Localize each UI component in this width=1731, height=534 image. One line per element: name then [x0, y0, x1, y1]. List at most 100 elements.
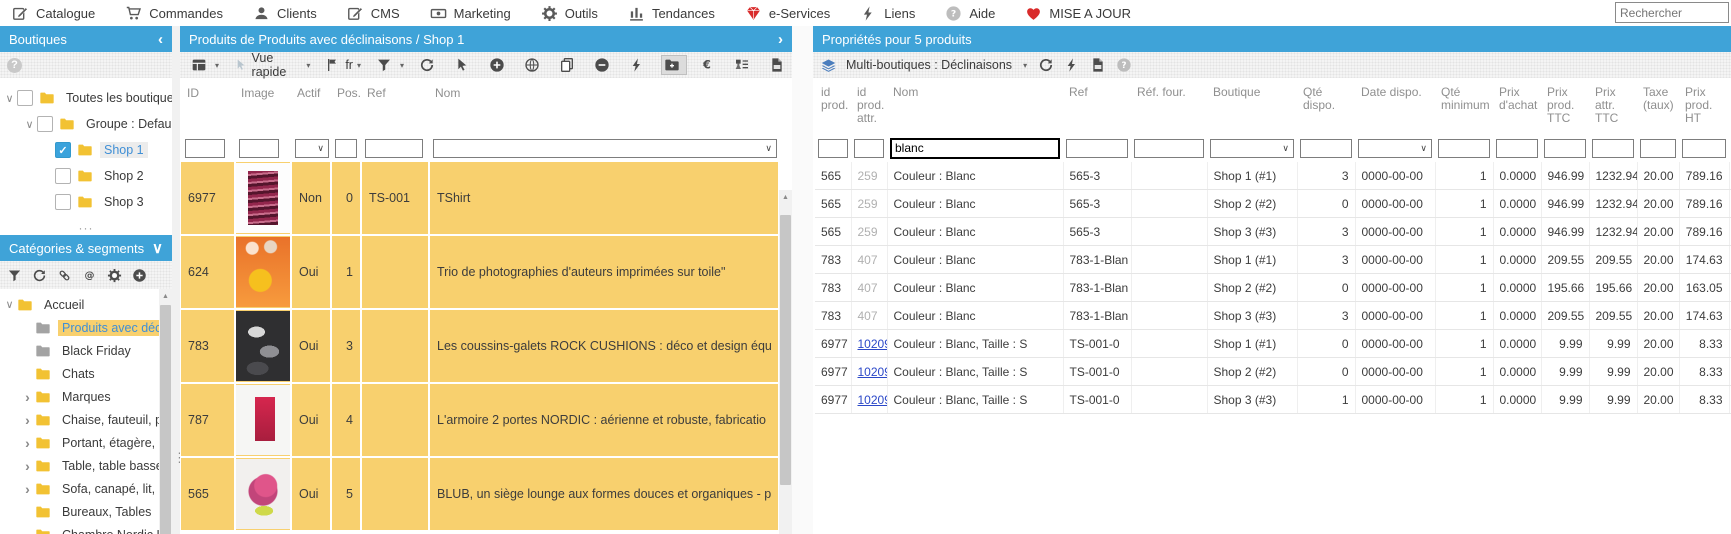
shop-tree-item[interactable]: Toutes les boutiques [0, 85, 172, 111]
prix-ttc-filter-input[interactable] [1544, 139, 1586, 158]
at-icon[interactable] [82, 268, 97, 283]
id-prod-cell[interactable]: 783 [815, 274, 851, 302]
product-image-cell[interactable] [235, 162, 291, 235]
prix-ht-cell[interactable]: 8.33 [1679, 386, 1729, 414]
product-pos-cell[interactable]: 5 [331, 457, 361, 531]
multishop-mode-label[interactable]: Multi-boutiques : Déclinaisons [846, 58, 1012, 72]
language-selector[interactable]: fr ▾ [322, 55, 364, 75]
attr-ttc-cell[interactable]: 209.55 [1589, 302, 1637, 330]
product-actif-cell[interactable]: Oui [291, 309, 331, 383]
column-header[interactable]: Réf. four. [1131, 78, 1207, 134]
date-cell[interactable]: 0000-00-00 [1355, 218, 1435, 246]
qty-cell[interactable]: 3 [1297, 302, 1355, 330]
prix-ttc-cell[interactable]: 209.55 [1541, 246, 1589, 274]
qmin-cell[interactable]: 1 [1435, 162, 1493, 190]
product-name-cell[interactable]: BLUB, un siège lounge aux formes douces … [429, 457, 779, 531]
date-cell[interactable]: 0000-00-00 [1355, 302, 1435, 330]
attr-ttc-cell[interactable]: 9.99 [1589, 330, 1637, 358]
taxe-cell[interactable]: 20.00 [1637, 218, 1679, 246]
product-pos-cell[interactable]: 4 [331, 383, 361, 457]
qmin-cell[interactable]: 1 [1435, 302, 1493, 330]
bulk-update-icon[interactable]: ▾ [626, 55, 652, 75]
ref-cell[interactable]: TS-001-0 [1063, 358, 1131, 386]
menu-outils[interactable]: Outils [541, 5, 598, 22]
menu-commandes[interactable]: Commandes [125, 5, 223, 22]
column-header[interactable]: Ref [361, 78, 429, 134]
category-tree-item[interactable]: Chats [0, 362, 159, 385]
product-name-cell[interactable]: L'armoire 2 portes NORDIC : aérienne et … [429, 383, 779, 457]
prix-achat-cell[interactable]: 0.0000 [1493, 330, 1541, 358]
id-attr-cell[interactable]: 407 [851, 246, 887, 274]
prix-ttc-cell[interactable]: 9.99 [1541, 386, 1589, 414]
attr-ttc-cell[interactable]: 1232.94 [1589, 162, 1637, 190]
category-tree-item[interactable]: Black Friday [0, 339, 159, 362]
id-attr-filter-input[interactable] [854, 139, 884, 158]
categories-scrollbar[interactable]: ▲ [159, 289, 172, 534]
attr-name-cell[interactable]: Couleur : Blanc [887, 190, 1063, 218]
qmin-cell[interactable]: 1 [1435, 274, 1493, 302]
boutique-cell[interactable]: Shop 3 (#3) [1207, 218, 1297, 246]
prix-ht-cell[interactable]: 8.33 [1679, 330, 1729, 358]
id-attr-cell[interactable]: 259 [851, 218, 887, 246]
prix-ttc-cell[interactable]: 195.66 [1541, 274, 1589, 302]
menu-cms[interactable]: CMS [347, 5, 400, 22]
ref-cell[interactable]: TS-001-0 [1063, 330, 1131, 358]
ref-four-cell[interactable] [1131, 274, 1207, 302]
scroll-thumb[interactable] [160, 305, 171, 534]
category-tree-item[interactable]: Table, table basse, a [0, 454, 159, 477]
column-header[interactable]: Prix attr. TTC [1589, 78, 1637, 134]
product-ref-cell[interactable]: TS-001 [361, 162, 429, 235]
category-tree-item[interactable]: Marques [0, 385, 159, 408]
product-name-cell[interactable]: Les coussins-galets ROCK CUSHIONS : déco… [429, 309, 779, 383]
product-pos-cell[interactable]: 1 [331, 235, 361, 309]
id-prod-filter-input[interactable] [818, 139, 848, 158]
boutique-cell[interactable]: Shop 2 (#2) [1207, 274, 1297, 302]
shop-tree-item[interactable]: Shop 2 [0, 163, 172, 189]
qty-cell[interactable]: 1 [1297, 386, 1355, 414]
column-header[interactable]: ID [181, 78, 235, 134]
prix-ht-cell[interactable]: 789.16 [1679, 190, 1729, 218]
qmin-cell[interactable]: 1 [1435, 246, 1493, 274]
search-input[interactable] [1615, 2, 1729, 23]
ref-four-cell[interactable] [1131, 358, 1207, 386]
product-id-cell[interactable]: 783 [181, 309, 235, 383]
pos-filter-input[interactable] [335, 139, 357, 158]
expander-icon[interactable] [2, 298, 17, 311]
prix-ht-cell[interactable]: 8.33 [1679, 358, 1729, 386]
date-cell[interactable]: 0000-00-00 [1355, 358, 1435, 386]
id-attr-cell[interactable]: 10209 [851, 358, 887, 386]
id-attr-cell[interactable]: 407 [851, 302, 887, 330]
ref-four-filter-input[interactable] [1134, 139, 1204, 158]
ref-cell[interactable]: TS-001-0 [1063, 386, 1131, 414]
help-icon[interactable]: ? [7, 58, 22, 73]
menu-mise-a-jour[interactable]: MISE A JOUR [1025, 5, 1131, 22]
date-cell[interactable]: 0000-00-00 [1355, 386, 1435, 414]
expand-panel-icon[interactable]: › [778, 32, 783, 47]
product-ref-cell[interactable] [361, 235, 429, 309]
column-header[interactable]: Qté minimum [1435, 78, 1493, 134]
column-header[interactable]: Date dispo. [1355, 78, 1435, 134]
shop-checkbox[interactable] [55, 194, 71, 210]
collapse-panel-icon[interactable]: ‹ [158, 32, 163, 47]
ref-cell[interactable]: 565-3 [1063, 162, 1131, 190]
column-header[interactable]: Prix prod. HT [1679, 78, 1729, 134]
ref-four-cell[interactable] [1131, 386, 1207, 414]
link-icon[interactable] [57, 268, 72, 283]
ref-four-cell[interactable] [1131, 302, 1207, 330]
scroll-up-icon[interactable]: ▲ [159, 289, 172, 303]
product-actif-cell[interactable]: Oui [291, 383, 331, 457]
column-header[interactable]: Nom [887, 78, 1063, 134]
select-pointer-icon[interactable]: ▾ [451, 55, 477, 75]
menu-tendances[interactable]: Tendances [628, 5, 715, 22]
attr-ttc-cell[interactable]: 195.66 [1589, 274, 1637, 302]
expander-icon[interactable] [20, 412, 35, 428]
taxe-cell[interactable]: 20.00 [1637, 302, 1679, 330]
id-prod-cell[interactable]: 6977 [815, 358, 851, 386]
qty-cell[interactable]: 0 [1297, 358, 1355, 386]
qty-cell[interactable]: 3 [1297, 246, 1355, 274]
boutique-cell[interactable]: Shop 1 (#1) [1207, 246, 1297, 274]
prix-achat-cell[interactable]: 0.0000 [1493, 274, 1541, 302]
qty-cell[interactable]: 3 [1297, 162, 1355, 190]
product-name-cell[interactable]: TShirt [429, 162, 779, 235]
column-header[interactable]: Ref [1063, 78, 1131, 134]
